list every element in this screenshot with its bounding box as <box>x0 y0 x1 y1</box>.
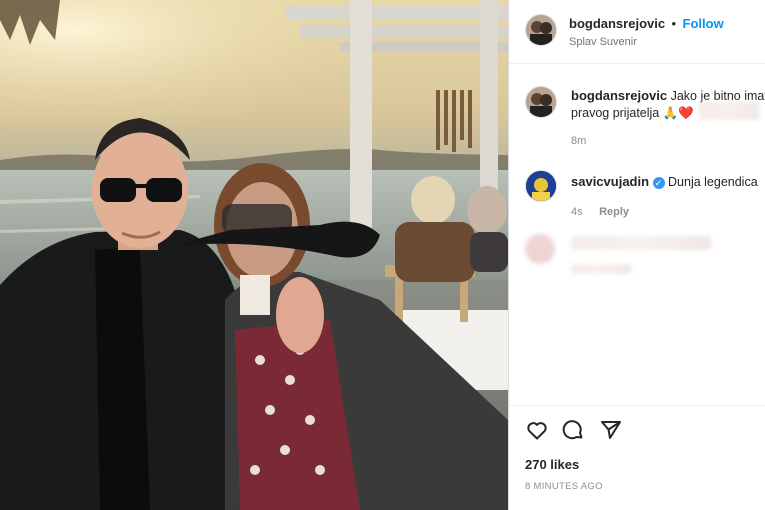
caption-avatar[interactable] <box>525 86 557 118</box>
avatar-image <box>526 171 556 201</box>
blurred-comment-meta <box>571 264 631 274</box>
comment-reply-button[interactable]: Reply <box>599 206 629 218</box>
caption-text-line2: pravog prijatelja <box>571 106 660 120</box>
author-username[interactable]: bogdansrejovic <box>569 16 665 31</box>
comment-icon[interactable] <box>561 418 585 442</box>
header-separator: • <box>671 16 677 31</box>
likes-count[interactable]: 270 likes <box>525 457 579 472</box>
commenter-username[interactable]: savicvujadin <box>571 174 649 189</box>
blurred-comment-text <box>571 236 711 250</box>
photo-scene <box>0 0 508 510</box>
caption-emoji: 🙏❤️ <box>662 106 694 120</box>
post-photo[interactable] <box>0 0 508 510</box>
caption-username[interactable]: bogdansrejovic <box>571 88 667 103</box>
post-timestamp: 8 MINUTES AGO <box>525 481 603 492</box>
caption-text-line1: Jako je bitno imat <box>670 89 765 103</box>
comment-time: 4s <box>571 206 583 218</box>
post-header: bogdansrejovic • Follow Splav Suvenir <box>509 0 765 48</box>
action-bar <box>509 414 765 448</box>
post-location[interactable]: Splav Suvenir <box>569 36 637 48</box>
follow-button[interactable]: Follow <box>683 16 724 31</box>
send-icon[interactable] <box>599 418 623 442</box>
caption-time: 8m <box>571 135 587 147</box>
verified-badge-icon: ✓ <box>652 176 665 189</box>
actions-divider <box>509 405 765 406</box>
redacted-text <box>699 102 759 120</box>
avatar-image <box>526 15 556 45</box>
blurred-comment <box>509 226 765 286</box>
header-divider <box>509 63 765 64</box>
author-avatar[interactable] <box>525 14 557 46</box>
comment-text: Dunja legendica <box>668 175 758 189</box>
blurred-avatar <box>525 234 555 264</box>
commenter-avatar[interactable] <box>525 170 557 202</box>
caption-block: bogdansrejovic Jako je bitno imat pravog… <box>509 80 765 150</box>
comment-item: savicvujadin ✓ Dunja legendica 4s Reply <box>509 168 765 223</box>
post-side-panel: bogdansrejovic • Follow Splav Suvenir bo… <box>508 0 765 510</box>
avatar-image <box>526 87 556 117</box>
heart-icon[interactable] <box>525 418 549 442</box>
